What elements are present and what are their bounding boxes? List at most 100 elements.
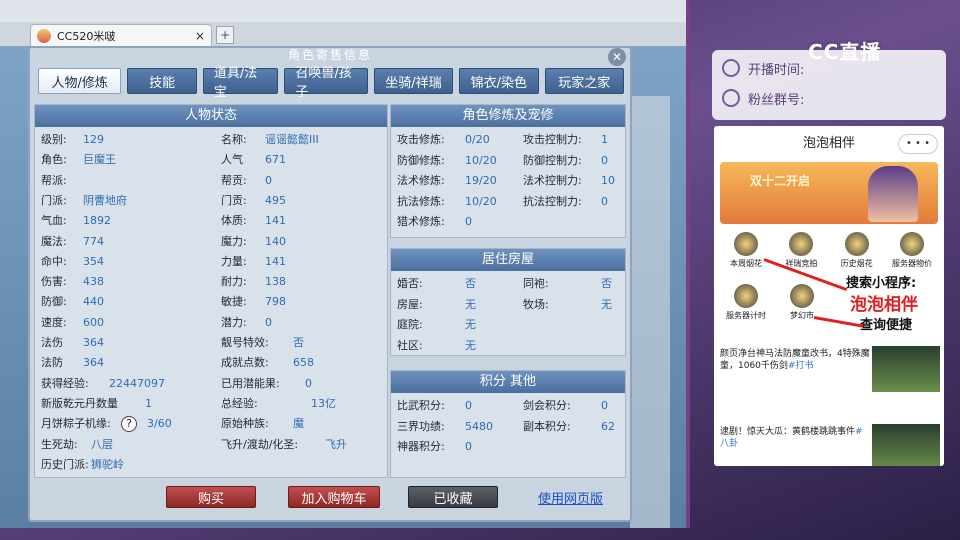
more-dots-icon[interactable]: • • • [898, 134, 938, 154]
icon-label: 本周烟花 [730, 259, 762, 268]
points-header: 积分 其他 [391, 371, 625, 393]
market-icon [790, 284, 814, 308]
history-icon [844, 232, 869, 256]
tab-outfits[interactable]: 锦衣/染色 [459, 68, 539, 94]
tab-skills[interactable]: 技能 [127, 68, 197, 94]
icon-label: 服务器物价 [891, 259, 932, 268]
housing-label: 社区: [397, 338, 423, 352]
status-label: 防御: [41, 295, 67, 309]
housing-header: 居住房屋 [391, 249, 625, 271]
icon-market[interactable]: 梦幻市 [780, 284, 824, 321]
tab-mounts[interactable]: 坐骑/祥瑞 [373, 68, 454, 94]
status-label: 生死劫: [41, 437, 78, 451]
icons-row-2: 服务器计时 梦幻市 [724, 284, 824, 321]
tab-items[interactable]: 道具/法宝 [202, 66, 279, 100]
housing-value: 无 [601, 297, 612, 311]
status-label: 魔力: [221, 234, 247, 248]
status-value: 774 [83, 234, 104, 248]
status-label: 速度: [41, 315, 67, 329]
status-label: 飞升/渡劫/化圣: [221, 437, 299, 451]
status-label: 门贡: [221, 193, 247, 207]
icon-prices[interactable]: 服务器物价 [890, 232, 934, 269]
status-label: 体质: [221, 214, 247, 228]
cultivation-value: 0/20 [465, 133, 490, 146]
tab-character[interactable]: 人物/修炼 [38, 68, 122, 94]
cultivation-value: 0 [601, 194, 608, 208]
housing-value: 无 [465, 318, 476, 331]
icon-fireworks-week[interactable]: 本周烟花 [724, 232, 768, 269]
timer-icon [734, 284, 758, 308]
tab-title: CC520米啵 [57, 29, 116, 43]
status-value: 0 [265, 173, 272, 187]
tab-summons[interactable]: 召唤兽/孩子 [284, 66, 368, 100]
banner-character [868, 166, 918, 222]
tab-close-icon[interactable]: × [195, 29, 205, 43]
points-label: 比武积分: [397, 399, 445, 412]
status-label: 新版乾元丹数量 [41, 396, 118, 410]
status-value: 138 [265, 275, 286, 289]
browser-tab[interactable]: CC520米啵 × [30, 24, 212, 46]
new-tab-button[interactable]: + [216, 26, 234, 44]
status-label: 门派: [41, 193, 67, 207]
status-label: 潜力: [221, 315, 247, 329]
cultivation-label: 抗法控制力: [523, 194, 582, 208]
brand-text: 泡泡相伴 [850, 295, 918, 315]
status-value: 巨魔王 [83, 153, 116, 167]
status-label: 靓号特效: [221, 336, 269, 349]
status-value: 飞升 [325, 437, 347, 451]
news-text: 逮剧！惊天大瓜：黄鹤楼跳跳事件 [720, 427, 856, 437]
promo-banner[interactable]: 双十二开启 [720, 162, 938, 224]
dialog-close-button[interactable]: ✕ [608, 48, 626, 66]
fans-group-row: 粉丝群号: [722, 86, 804, 110]
buy-button[interactable]: 购买 [166, 486, 256, 508]
status-label: 成就点数: [221, 356, 269, 370]
news-thumbnail[interactable] [872, 346, 940, 392]
web-version-link[interactable]: 使用网页版 [538, 488, 603, 507]
mini-title-text: 泡泡相伴 [802, 136, 855, 151]
points-label: 剑会积分: [523, 399, 571, 412]
status-value: 364 [83, 336, 104, 349]
news-item[interactable]: 逮剧！惊天大瓜：黄鹤楼跳跳事件#八卦 [720, 426, 870, 450]
news-thumbnail[interactable] [872, 424, 940, 466]
status-label: 名称: [221, 133, 247, 146]
help-icon[interactable]: ? [121, 416, 137, 433]
status-label: 帮贡: [221, 173, 247, 187]
prices-icon [899, 232, 924, 256]
status-label: 法防 [41, 356, 63, 370]
housing-label: 庭院: [397, 318, 423, 331]
stream-info-box: 开播时间: 粉丝群号: [712, 50, 946, 120]
icon-auction[interactable]: 祥瑞竞拍 [779, 232, 823, 269]
status-label: 耐力: [221, 275, 247, 289]
start-time-row: 开播时间: [722, 56, 804, 80]
status-label: 力量: [221, 254, 247, 268]
points-label: 副本积分: [523, 419, 571, 433]
status-value: 141 [265, 254, 286, 268]
cultivation-label: 攻击控制力: [523, 133, 582, 146]
status-label: 伤害: [41, 275, 67, 289]
icon-history[interactable]: 历史烟花 [835, 232, 879, 269]
start-time-label: 开播时间: [748, 62, 805, 78]
status-label: 气血: [41, 214, 67, 228]
icon-server-timer[interactable]: 服务器计时 [724, 284, 768, 321]
cultivation-value: 10/20 [465, 194, 497, 208]
points-value: 0 [465, 399, 472, 412]
favorited-button[interactable]: 已收藏 [408, 486, 498, 508]
status-value: 魔 [293, 417, 304, 431]
status-value: 狮驼岭 [91, 457, 124, 471]
status-label: 总经验: [221, 396, 258, 410]
status-label: 级别: [41, 133, 67, 146]
housing-label: 房屋: [397, 297, 423, 311]
status-value: 1 [145, 396, 152, 410]
cultivation-label: 法术控制力: [523, 174, 582, 187]
dialog-tabs: 人物/修炼 技能 道具/法宝 召唤兽/孩子 坐骑/祥瑞 锦衣/染色 玩家之家 [34, 66, 628, 100]
cultivation-label: 抗法修炼: [397, 194, 445, 208]
add-to-cart-button[interactable]: 加入购物车 [288, 486, 380, 508]
housing-value: 无 [465, 338, 476, 352]
points-label: 神器积分: [397, 440, 445, 453]
status-value: 22447097 [109, 376, 165, 390]
icon-label: 梦幻市 [790, 311, 814, 320]
cultivation-header: 角色修炼及宠修 [391, 105, 625, 127]
tab-home[interactable]: 玩家之家 [544, 68, 624, 94]
news-item[interactable]: 颜页净台神马法防魔童改书，4特殊魔童，1060千伤剑#打书 [720, 348, 870, 372]
group-icon [722, 89, 740, 107]
